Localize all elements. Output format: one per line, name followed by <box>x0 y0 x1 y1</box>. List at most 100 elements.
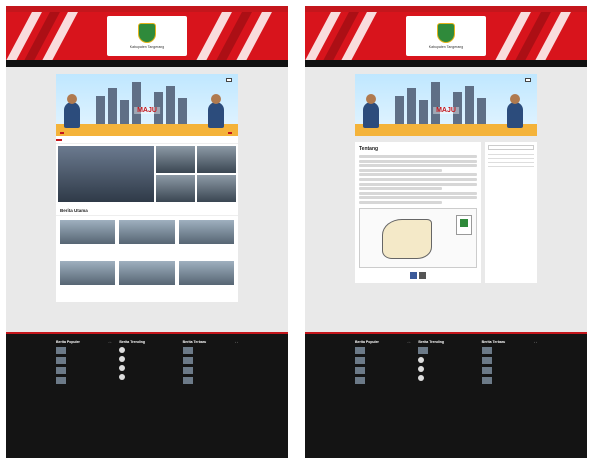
main-nav <box>6 60 288 67</box>
footer-news-item[interactable] <box>418 366 473 372</box>
footer-thumb[interactable] <box>182 347 193 354</box>
news-image[interactable] <box>119 220 175 244</box>
footer-thumb[interactable] <box>418 366 425 372</box>
featured-thumb[interactable] <box>156 146 195 173</box>
official-photo-right <box>507 94 523 128</box>
site-logo[interactable]: Kabupaten Tangerang <box>406 16 486 56</box>
footer-thumb[interactable] <box>355 347 365 354</box>
footer-thumb[interactable] <box>119 347 126 353</box>
footer-news-item[interactable] <box>182 357 238 364</box>
footer-thumb[interactable] <box>56 367 66 374</box>
crest-icon <box>138 23 156 43</box>
pager-icon[interactable]: ‹ › <box>534 340 537 344</box>
footer-news-item[interactable] <box>119 356 174 362</box>
news-title[interactable] <box>119 287 174 298</box>
footer-news-item[interactable] <box>355 367 410 374</box>
sidebar-heading <box>488 158 534 159</box>
news-card[interactable] <box>119 220 175 257</box>
news-image[interactable] <box>119 261 175 285</box>
footer-news-item[interactable] <box>481 357 537 364</box>
footer-news-item[interactable] <box>56 357 111 364</box>
copyright <box>10 387 238 393</box>
footer-thumb[interactable] <box>481 377 492 384</box>
footer-news-item[interactable] <box>119 365 174 371</box>
footer-news-item[interactable] <box>481 377 537 384</box>
footer-trending-column: Berita Trending <box>418 340 473 387</box>
hero-title: MAJU <box>433 107 459 114</box>
news-image[interactable] <box>178 220 234 244</box>
footer-news-item[interactable] <box>481 367 537 374</box>
footer-trending-column: Berita Trending <box>119 340 174 387</box>
official-photo-left <box>64 94 80 128</box>
news-card[interactable] <box>119 261 175 298</box>
news-card[interactable] <box>60 220 116 257</box>
news-ticker[interactable] <box>56 136 238 144</box>
news-image[interactable] <box>178 261 234 285</box>
header-banner: Kabupaten Tangerang <box>6 12 288 60</box>
facebook-icon[interactable] <box>410 271 417 279</box>
footer-news-item[interactable] <box>182 367 238 374</box>
footer-thumb[interactable] <box>355 367 365 374</box>
footer-news-item[interactable] <box>182 377 238 384</box>
news-title[interactable] <box>60 246 115 257</box>
footer-column-title: Berita Populer <box>56 340 80 344</box>
news-title[interactable] <box>60 287 115 298</box>
news-image[interactable] <box>60 220 116 244</box>
official-name-right <box>228 132 232 134</box>
footer-news-item[interactable] <box>355 377 410 384</box>
news-title[interactable] <box>179 287 234 298</box>
footer-thumb[interactable] <box>418 357 425 363</box>
news-card[interactable] <box>60 261 116 298</box>
pager-icon[interactable]: ‹ › <box>108 340 111 344</box>
featured-thumb[interactable] <box>197 175 236 202</box>
share-icon[interactable] <box>419 271 426 279</box>
footer-thumb[interactable] <box>481 347 492 354</box>
footer-news-item[interactable] <box>418 357 473 363</box>
news-image[interactable] <box>60 261 116 285</box>
footer-news-item[interactable] <box>56 347 111 354</box>
footer-thumb[interactable] <box>355 377 365 384</box>
footer-thumb[interactable] <box>182 377 193 384</box>
footer-thumb[interactable] <box>56 377 66 384</box>
footer-thumb[interactable] <box>182 367 193 374</box>
footer-news-item[interactable] <box>355 347 410 354</box>
pager-icon[interactable]: ‹ › <box>407 340 410 344</box>
footer-news-item[interactable] <box>56 367 111 374</box>
footer-thumb[interactable] <box>119 365 126 371</box>
footer-news-item[interactable] <box>355 357 410 364</box>
footer-news-item[interactable] <box>56 377 111 384</box>
footer-column-title: Berita Terbaru <box>481 340 506 344</box>
site-logo[interactable]: Kabupaten Tangerang <box>107 16 187 56</box>
footer-thumb[interactable] <box>481 367 492 374</box>
footer-thumb[interactable] <box>119 356 126 362</box>
footer-news-item[interactable] <box>119 347 174 353</box>
search-input[interactable] <box>488 145 534 150</box>
footer-thumb[interactable] <box>355 357 365 364</box>
featured-story[interactable] <box>58 146 154 202</box>
footer-news-item[interactable] <box>182 347 238 354</box>
footer-news-item[interactable] <box>481 347 537 354</box>
pager-icon[interactable]: ‹ › <box>235 340 238 344</box>
footer-news-item[interactable] <box>418 375 473 381</box>
news-title[interactable] <box>179 246 234 257</box>
featured-thumb[interactable] <box>156 175 195 202</box>
official-name-left <box>60 132 64 134</box>
hero-badge <box>226 78 232 82</box>
footer-news-item[interactable] <box>119 374 174 380</box>
news-title[interactable] <box>119 246 174 257</box>
footer-thumb[interactable] <box>119 374 126 380</box>
footer-thumb[interactable] <box>418 375 425 381</box>
article-page-screenshot: Kabupaten Tangerang MAJU Tentang Berita … <box>305 6 587 458</box>
main-container: MAJU <box>355 74 537 136</box>
site-footer: Berita Populer ‹ › Berita Trending Berita… <box>6 332 288 458</box>
footer-thumb[interactable] <box>418 347 429 354</box>
footer-news-item[interactable] <box>418 347 473 354</box>
footer-thumb[interactable] <box>481 357 492 364</box>
featured-grid <box>156 146 236 202</box>
news-card[interactable] <box>178 220 234 257</box>
footer-thumb[interactable] <box>56 347 66 354</box>
news-card[interactable] <box>178 261 234 298</box>
featured-thumb[interactable] <box>197 146 236 173</box>
footer-thumb[interactable] <box>56 357 66 364</box>
footer-thumb[interactable] <box>182 357 193 364</box>
